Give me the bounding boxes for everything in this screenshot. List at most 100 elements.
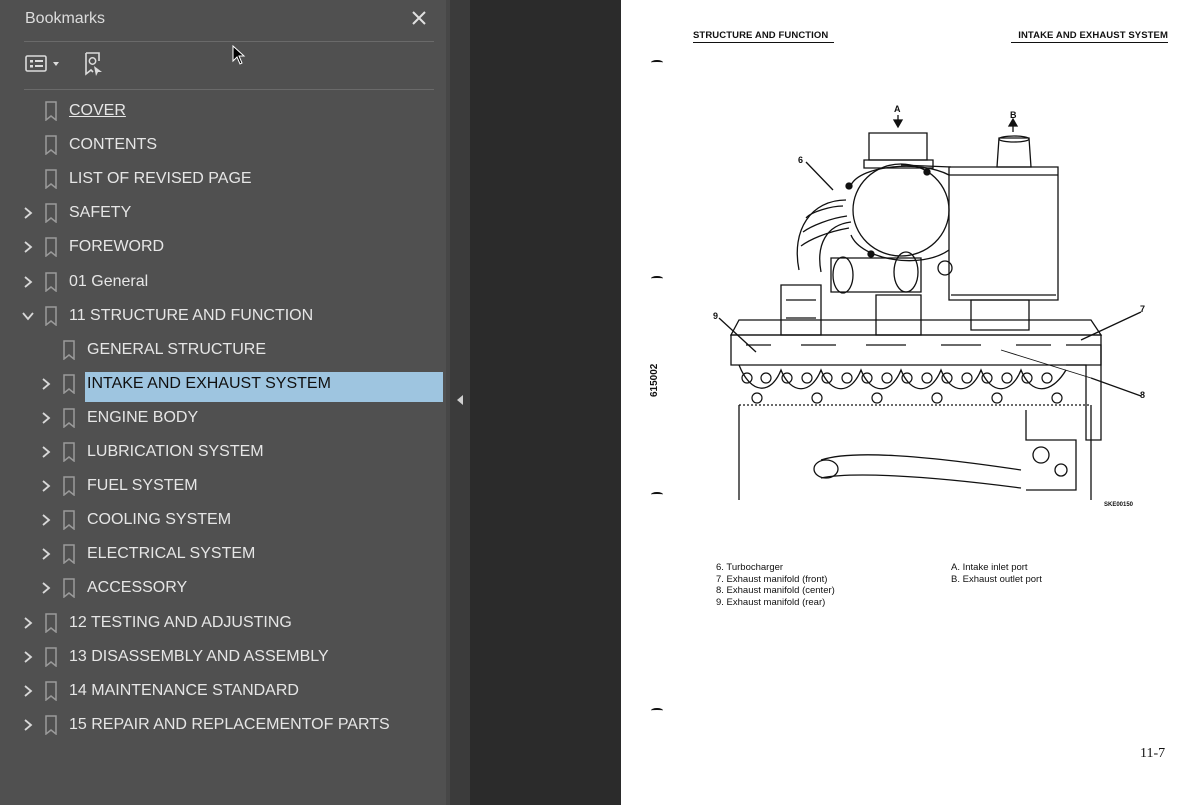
mouse-cursor-icon	[232, 45, 246, 65]
bookmark-item[interactable]: COVER	[0, 94, 450, 128]
bookmarks-panel: Bookmarks COVER CONTENTS LIST OF REVISED P…	[0, 0, 450, 805]
caption-line: 8. Exhaust manifold (center)	[716, 585, 835, 596]
bookmark-label: 11 STRUCTURE AND FUNCTION	[69, 306, 314, 324]
caption-line: 6. Turbocharger	[716, 562, 784, 573]
chevron-right-icon[interactable]	[21, 616, 35, 630]
bookmark-item[interactable]: 14 MAINTENANCE STANDARD	[0, 674, 450, 708]
chevron-right-icon[interactable]	[21, 718, 35, 732]
binding-mark	[651, 708, 663, 713]
bookmark-label: CONTENTS	[69, 136, 157, 154]
bookmark-item[interactable]: COOLING SYSTEM	[0, 503, 450, 537]
bookmark-item[interactable]: 11 STRUCTURE AND FUNCTION	[0, 299, 450, 333]
bookmark-item[interactable]: SAFETY	[0, 196, 450, 230]
list-options-icon	[25, 55, 59, 72]
caption-line: B. Exhaust outlet port	[951, 573, 1042, 585]
bookmark-label: SAFETY	[69, 204, 132, 222]
add-bookmark-button[interactable]	[82, 50, 106, 78]
bookmark-item[interactable]: ENGINE BODY	[0, 401, 450, 435]
bookmark-icon	[45, 271, 57, 292]
bookmark-label: 12 TESTING AND ADJUSTING	[69, 613, 292, 631]
bookmark-icon	[63, 476, 75, 497]
bookmark-item[interactable]: 13 DISASSEMBLY AND ASSEMBLY	[0, 640, 450, 674]
chevron-down-icon[interactable]	[21, 309, 35, 323]
bookmark-icon	[45, 680, 57, 701]
bookmark-icon	[45, 305, 57, 326]
bookmark-item[interactable]: ACCESSORY	[0, 571, 450, 605]
bookmark-item[interactable]: INTAKE AND EXHAUST SYSTEM	[0, 367, 450, 401]
bookmark-label: FUEL SYSTEM	[87, 477, 198, 495]
bookmark-label: COOLING SYSTEM	[87, 511, 232, 529]
close-icon	[412, 11, 426, 25]
bookmark-options-button[interactable]	[24, 50, 66, 78]
bookmark-label: 01 General	[69, 272, 149, 290]
chevron-right-icon[interactable]	[39, 479, 53, 493]
bookmark-icon	[63, 442, 75, 462]
chevron-right-icon[interactable]	[39, 547, 53, 561]
figure-label-6: 6	[798, 155, 804, 165]
engine-illustration	[718, 115, 1142, 500]
divider	[24, 89, 434, 90]
bookmark-label: LUBRICATION SYSTEM	[87, 443, 264, 460]
figure-code: SKE00150	[1104, 502, 1134, 508]
bookmark-icon	[63, 374, 75, 394]
bookmark-item[interactable]: CONTENTS	[0, 128, 450, 162]
bookmark-item[interactable]: FOREWORD	[0, 230, 450, 264]
page-number: 11-7	[1140, 746, 1166, 761]
bookmark-icon	[45, 715, 57, 735]
figure-label-7: 7	[1140, 304, 1146, 314]
bookmark-icon	[45, 101, 57, 121]
chevron-right-icon[interactable]	[21, 275, 35, 289]
caption-list-right: A. Intake inlet port B. Exhaust outlet p…	[951, 562, 1042, 585]
close-panel-button[interactable]	[408, 7, 430, 29]
bookmark-label: COVER	[69, 102, 126, 119]
collapse-panel-button[interactable]	[454, 392, 466, 408]
caption-line: 9. Exhaust manifold (rear)	[716, 596, 826, 608]
bookmark-label: FOREWORD	[69, 238, 165, 256]
chevron-right-icon[interactable]	[39, 445, 53, 459]
bookmark-icon	[63, 339, 75, 360]
chevron-right-icon[interactable]	[21, 684, 35, 698]
bookmark-item[interactable]: FUEL SYSTEM	[0, 469, 450, 503]
bookmark-icon	[63, 510, 75, 531]
bookmark-item[interactable]: ELECTRICAL SYSTEM	[0, 537, 450, 571]
triangle-left-icon	[457, 395, 463, 405]
bookmark-label: 14 MAINTENANCE STANDARD	[69, 681, 299, 699]
chevron-right-icon[interactable]	[21, 240, 35, 254]
figure-label-b: B	[1010, 110, 1017, 120]
caption-line: 7. Exhaust manifold (front)	[716, 573, 828, 585]
bookmark-icon	[45, 135, 57, 156]
document-page: STRUCTURE AND FUNCTION INTAKE AND EXHAUS…	[621, 0, 1200, 805]
chevron-right-icon[interactable]	[21, 650, 35, 664]
panel-title: Bookmarks	[25, 10, 106, 27]
bookmark-label: INTAKE AND EXHAUST SYSTEM	[87, 374, 331, 392]
bookmark-icon	[63, 408, 75, 428]
bookmark-icon	[45, 237, 57, 258]
bookmark-label: 13 DISASSEMBLY AND ASSEMBLY	[69, 647, 329, 665]
figure-label-8: 8	[1140, 390, 1146, 400]
bookmark-label: ELECTRICAL SYSTEM	[87, 545, 256, 563]
figure-label-a: A	[894, 104, 901, 114]
caption-line: A. Intake inlet port	[951, 562, 1028, 573]
bookmark-icon	[45, 169, 57, 190]
bookmark-icon	[45, 203, 57, 224]
chevron-right-icon[interactable]	[21, 206, 35, 220]
bookmark-item[interactable]: 12 TESTING AND ADJUSTING	[0, 606, 450, 640]
bookmark-item[interactable]: 01 General	[0, 265, 450, 299]
bookmark-label: ENGINE BODY	[87, 408, 199, 426]
bookmark-icon	[45, 646, 57, 667]
bookmark-item[interactable]: 15 REPAIR AND REPLACEMENTOF PARTS	[0, 708, 450, 742]
new-bookmark-icon	[85, 52, 102, 76]
bookmark-icon	[63, 578, 75, 599]
bookmark-item[interactable]: LIST OF REVISED PAGE	[0, 162, 450, 196]
chevron-right-icon[interactable]	[39, 377, 53, 391]
chevron-right-icon[interactable]	[39, 411, 53, 425]
bookmark-icon	[63, 544, 75, 565]
chevron-right-icon[interactable]	[39, 581, 53, 595]
bookmark-label: GENERAL STRUCTURE	[87, 340, 266, 358]
bookmark-icon	[45, 612, 57, 633]
caption-list-left: 6. Turbocharger 7. Exhaust manifold (fro…	[716, 562, 835, 608]
chevron-right-icon[interactable]	[39, 513, 53, 527]
bookmark-item[interactable]: GENERAL STRUCTURE	[0, 333, 450, 367]
bookmark-item[interactable]: LUBRICATION SYSTEM	[0, 435, 450, 469]
bookmark-label: 15 REPAIR AND REPLACEMENTOF PARTS	[69, 715, 390, 733]
